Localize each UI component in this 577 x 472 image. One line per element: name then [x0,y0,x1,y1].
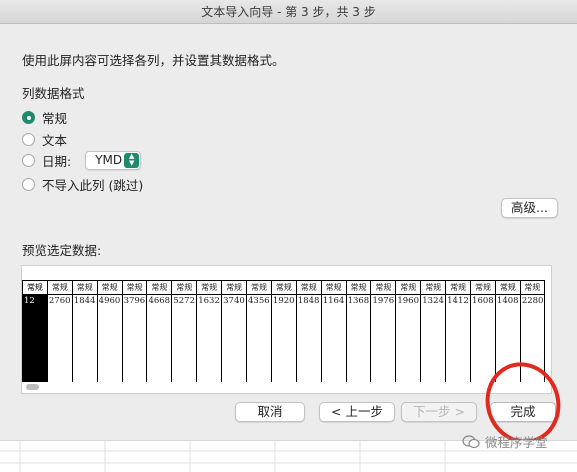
next-button[interactable]: 下一步 > [401,402,477,422]
preview-column[interactable]: 常规 1164 [320,280,346,382]
preview-column-header: 常规 [346,280,371,295]
preview-column-header: 常规 [247,280,271,295]
advanced-button[interactable]: 高级... [501,198,558,218]
radio-text-label: 文本 [42,132,68,148]
preview-column[interactable]: 常规 1632 [196,280,222,382]
data-preview[interactable]: 常规 12 常规 2760 常规 1844 常规 4960 常规 3796 常规 4668 常规 5272… [21,265,552,394]
radio-general-label: 常规 [42,110,68,126]
stepper-icon[interactable]: ▲ ▼ [124,152,140,168]
preview-cell: 2280 [521,296,544,306]
preview-cell: 3740 [223,296,245,306]
preview-column-header: 常规 [23,280,47,295]
preview-column-header: 常规 [172,280,197,295]
watermark: 微程序学堂 [462,432,548,451]
preview-cell: 1960 [397,296,419,306]
radio-skip-label: 不导入此列 (跳过) [42,177,144,193]
preview-cell: 3796 [123,296,146,306]
preview-column-header: 常规 [122,280,147,295]
watermark-text: 微程序学堂 [485,435,548,450]
preview-column[interactable]: 常规 1848 [295,280,321,382]
preview-column-header: 常规 [296,280,321,295]
preview-column[interactable]: 常规 1920 [270,280,296,382]
wechat-icon [462,434,480,449]
preview-column[interactable]: 常规 1368 [345,280,371,382]
preview-cell: 4356 [248,296,270,306]
preview-cell: 1844 [73,296,96,306]
preview-column[interactable]: 常规 1976 [370,280,396,382]
preview-column[interactable]: 常规 1412 [445,280,471,382]
preview-column[interactable]: 常规 4668 [146,280,172,382]
preview-column[interactable]: 常规 3796 [121,280,147,382]
preview-cell: 1164 [322,296,345,306]
radio-date-button[interactable] [22,153,35,167]
preview-column-header: 常规 [271,280,296,295]
column-format-label: 列数据格式 [22,86,85,101]
preview-cell: 1976 [372,296,395,306]
preview-column-header: 常规 [520,280,544,295]
text-import-wizard-dialog: 文本导入向导 - 第 3 步，共 3 步 使用此屏内容可选择各列，并设置其数据格… [0,0,577,440]
preview-column-header: 常规 [97,280,122,295]
preview-column-header: 常规 [471,280,495,295]
preview-column-header: 常规 [446,280,471,295]
preview-column-header: 常规 [495,280,520,295]
preview-column[interactable]: 常规 12 [22,280,47,382]
preview-column-header: 常规 [396,280,421,295]
preview-column[interactable]: 常规 2760 [46,280,72,382]
preview-column[interactable]: 常规 3740 [221,280,247,382]
radio-date[interactable]: 日期: YMD ▲ ▼ [22,150,142,170]
preview-column[interactable]: 常规 5272 [171,280,197,382]
preview-cell: 1848 [297,296,320,306]
preview-cell: 1608 [472,296,494,306]
radio-text[interactable]: 文本 [22,130,67,148]
cancel-button[interactable]: 取消 [235,402,305,422]
preview-cell: 1920 [272,296,295,306]
radio-general-button[interactable] [22,110,35,124]
instruction-text: 使用此屏内容可选择各列，并设置其数据格式。 [22,53,285,68]
preview-column-header: 常规 [197,280,222,295]
preview-column-header: 常规 [72,280,97,295]
preview-column-header: 常规 [147,280,172,295]
preview-label: 预览选定数据: [22,243,102,258]
radio-skip-button[interactable] [22,177,35,191]
preview-cell: 4960 [98,296,121,306]
preview-cell: 5272 [173,296,195,306]
radio-general[interactable]: 常规 [22,108,67,126]
preview-column-header: 常规 [371,280,396,295]
window-title: 文本导入向导 - 第 3 步，共 3 步 [0,0,577,24]
preview-column[interactable]: 常规 1960 [395,280,421,382]
preview-cell: 1324 [422,296,444,306]
preview-cell: 4668 [148,296,171,306]
preview-cell: 12 [24,296,35,306]
preview-column-header: 常规 [421,280,446,295]
preview-cell: 1632 [198,296,220,306]
preview-grid: 常规 12 常规 2760 常规 1844 常规 4960 常规 3796 常规 4668 常规 5272… [22,280,545,382]
preview-column-header: 常规 [321,280,346,295]
radio-date-label: 日期: [42,153,72,169]
date-format-select[interactable]: YMD ▲ ▼ [85,150,142,170]
preview-column-header: 常规 [47,280,72,295]
preview-column[interactable]: 常规 4356 [246,280,271,382]
preview-cell: 1408 [496,296,519,306]
back-button[interactable]: < 上一步 [319,402,395,422]
radio-text-button[interactable] [22,132,35,146]
preview-column[interactable]: 常规 1608 [470,280,495,382]
preview-cell: 1368 [347,296,370,306]
preview-column[interactable]: 常规 1844 [71,280,97,382]
preview-cell: 2760 [48,296,71,306]
preview-cell: 1412 [447,296,469,306]
radio-skip[interactable]: 不导入此列 (跳过) [22,175,143,193]
preview-column[interactable]: 常规 4960 [96,280,122,382]
preview-column[interactable]: 常规 1324 [420,280,446,382]
horizontal-scrollbar[interactable] [26,384,39,390]
preview-column-header: 常规 [222,280,247,295]
date-format-value: YMD [95,153,123,167]
